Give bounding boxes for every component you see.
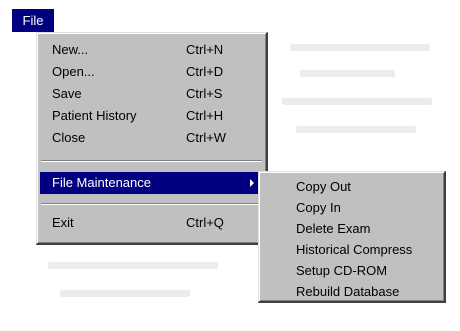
menu-item-label: File Maintenance bbox=[52, 175, 151, 190]
screen: File New... Ctrl+N Open... Ctrl+D Save C… bbox=[0, 0, 460, 331]
background-text bbox=[296, 126, 416, 133]
menu-item-file-maintenance[interactable]: File Maintenance bbox=[40, 172, 263, 194]
menu-item-shortcut: Ctrl+W bbox=[186, 130, 227, 145]
background-text bbox=[60, 290, 190, 297]
file-maintenance-submenu: Copy Out Copy In Delete Exam Historical … bbox=[258, 171, 446, 303]
background-text bbox=[290, 44, 430, 51]
menu-item-delete-exam[interactable]: Delete Exam bbox=[262, 218, 441, 240]
menu-item-label: Delete Exam bbox=[296, 221, 371, 236]
menu-item-label: Historical Compress bbox=[296, 242, 413, 257]
menu-item-setup-cd-rom[interactable]: Setup CD-ROM bbox=[262, 260, 441, 282]
menu-item-label: Copy In bbox=[296, 200, 341, 215]
menu-file-label: File bbox=[22, 13, 44, 28]
menu-item-label: Save bbox=[52, 86, 82, 101]
menu-item-label: Rebuild Database bbox=[296, 284, 400, 299]
menu-item-new[interactable]: New... Ctrl+N bbox=[40, 39, 263, 61]
background-text bbox=[48, 262, 218, 269]
menu-separator bbox=[41, 160, 262, 162]
menu-item-save[interactable]: Save Ctrl+S bbox=[40, 83, 263, 105]
menu-item-shortcut: Ctrl+N bbox=[186, 42, 224, 57]
menu-item-open[interactable]: Open... Ctrl+D bbox=[40, 61, 263, 83]
menu-item-patient-history[interactable]: Patient History Ctrl+H bbox=[40, 105, 263, 127]
menu-item-historical-compress[interactable]: Historical Compress bbox=[262, 239, 441, 261]
menu-item-shortcut: Ctrl+D bbox=[186, 64, 224, 79]
menu-item-label: New... bbox=[52, 42, 89, 57]
menu-item-shortcut: Ctrl+Q bbox=[186, 215, 224, 230]
submenu-arrow-icon bbox=[250, 179, 254, 187]
menu-item-copy-in[interactable]: Copy In bbox=[262, 197, 441, 219]
menu-item-label: Open... bbox=[52, 64, 95, 79]
background-text bbox=[300, 70, 395, 77]
menu-file[interactable]: File bbox=[12, 9, 54, 32]
menu-item-label: Copy Out bbox=[296, 179, 351, 194]
background-text bbox=[282, 98, 432, 105]
menu-item-exit[interactable]: Exit Ctrl+Q bbox=[40, 212, 263, 234]
menu-item-close[interactable]: Close Ctrl+W bbox=[40, 127, 263, 149]
menu-item-label: Setup CD-ROM bbox=[296, 263, 388, 278]
menu-item-rebuild-database[interactable]: Rebuild Database bbox=[262, 281, 441, 303]
menu-item-label: Patient History bbox=[52, 108, 137, 123]
menu-item-shortcut: Ctrl+H bbox=[186, 108, 224, 123]
menu-item-shortcut: Ctrl+S bbox=[186, 86, 223, 101]
menu-bar: File bbox=[0, 0, 460, 32]
menu-item-label: Close bbox=[52, 130, 86, 145]
menu-item-label: Exit bbox=[52, 215, 74, 230]
menu-item-copy-out[interactable]: Copy Out bbox=[262, 176, 441, 198]
menu-separator bbox=[41, 203, 262, 205]
file-menu: New... Ctrl+N Open... Ctrl+D Save Ctrl+S… bbox=[36, 32, 268, 245]
